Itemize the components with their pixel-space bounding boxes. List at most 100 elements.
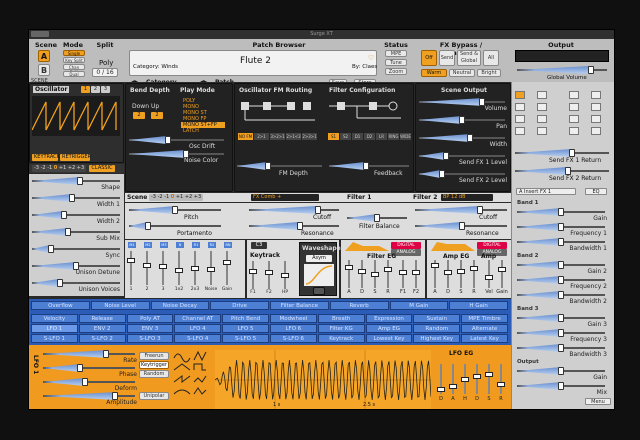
mod-source-slfo[interactable]: S-LFO 2 bbox=[78, 334, 126, 343]
keytrack-slider[interactable] bbox=[265, 261, 273, 289]
keytrack-slider[interactable] bbox=[249, 261, 257, 289]
scene-a-button[interactable]: A bbox=[38, 50, 50, 62]
mixer-mute-button[interactable]: R1 bbox=[192, 242, 200, 248]
mod-source-midi[interactable]: Sustain bbox=[413, 314, 461, 323]
filter-route-option[interactable]: WIDE bbox=[400, 133, 411, 140]
filter-balance-slider[interactable] bbox=[347, 214, 407, 222]
fx-off-button[interactable]: Off bbox=[421, 50, 437, 66]
amp-velgain-slider[interactable] bbox=[498, 260, 506, 288]
filter2-resonance-slider[interactable] bbox=[415, 222, 507, 230]
mod-source-midi[interactable]: Channel AT bbox=[174, 314, 222, 323]
filter1-type-select[interactable]: FX Comb + bbox=[251, 194, 319, 201]
menu-icon[interactable] bbox=[31, 31, 49, 37]
mode-key-split[interactable]: Key Split bbox=[63, 57, 85, 63]
bend-down-value[interactable]: 2 bbox=[133, 112, 145, 119]
lfo-eg-slider[interactable] bbox=[473, 364, 481, 394]
global-volume-slider[interactable] bbox=[517, 66, 607, 74]
lfo-random[interactable]: Random bbox=[139, 370, 169, 378]
fx-slot-button[interactable] bbox=[591, 115, 601, 123]
macro-slot[interactable]: H Gain bbox=[449, 301, 508, 310]
filter-route-option[interactable]: S2 bbox=[340, 133, 351, 140]
patch-browser[interactable]: Category: Winds Flute 2 By: Claes ♡ bbox=[129, 50, 377, 76]
fx-slot-button[interactable] bbox=[515, 115, 525, 123]
fx-type-select[interactable]: EQ bbox=[585, 188, 607, 195]
mod-source-slfo[interactable]: Latest Key bbox=[461, 334, 508, 343]
fm-route-option[interactable]: 3>2>1 bbox=[270, 133, 285, 140]
fx-slot-button[interactable] bbox=[515, 103, 525, 111]
filter1-resonance-slider[interactable] bbox=[249, 222, 339, 230]
fx-slot-button[interactable] bbox=[591, 127, 601, 135]
fx-slot-button[interactable] bbox=[569, 127, 579, 135]
character-bright[interactable]: Bright bbox=[477, 69, 501, 77]
mod-source-slfo[interactable]: S-LFO 6 bbox=[270, 334, 317, 343]
retrigger-toggle[interactable]: RETRIGGER bbox=[60, 154, 91, 161]
osc-pitch-vals[interactable]: -3 -2 -1 0 +1 +2 +3 bbox=[32, 165, 87, 172]
favorite-icon[interactable]: ♡ bbox=[368, 54, 374, 62]
mod-source-midi[interactable]: Modwheel bbox=[270, 314, 317, 323]
mod-source-lfo[interactable]: LFO 5 bbox=[222, 324, 269, 333]
mod-source-midi[interactable]: MPE Timbre bbox=[461, 314, 508, 323]
mixer-mute-button[interactable]: R2 bbox=[208, 242, 216, 248]
fx-slot-button[interactable] bbox=[569, 91, 579, 99]
macro-slot[interactable]: Drive bbox=[210, 301, 269, 310]
keytrack-toggle[interactable]: KEYTRACK bbox=[32, 154, 60, 161]
amp-eg-slider[interactable] bbox=[431, 260, 439, 288]
filter-eg-slider[interactable] bbox=[371, 260, 379, 288]
play-mode-option[interactable]: LATCH bbox=[181, 128, 225, 134]
macro-slot[interactable]: Filter Balance bbox=[270, 301, 329, 310]
mod-source-slfo[interactable]: S-LFO 3 bbox=[126, 334, 174, 343]
tune-button[interactable]: Tune bbox=[385, 59, 407, 66]
keytrack-root[interactable]: C3 bbox=[251, 242, 267, 249]
filter-route-option[interactable]: RING bbox=[388, 133, 399, 140]
fx-send-button[interactable]: Send bbox=[439, 50, 455, 66]
scene-output-slider[interactable] bbox=[419, 116, 505, 124]
pitch-slider[interactable] bbox=[129, 206, 221, 214]
fm-route-option[interactable]: NO FM bbox=[238, 133, 253, 140]
mixer-channel-slider[interactable] bbox=[143, 251, 151, 285]
lfo-eg-slider[interactable] bbox=[485, 364, 493, 394]
mod-source-lfo[interactable]: LFO 6 bbox=[270, 324, 317, 333]
mixer-channel-slider[interactable] bbox=[127, 251, 135, 285]
filter-route-option[interactable]: D1 bbox=[352, 133, 363, 140]
mod-source-lfo[interactable]: ENV 2 bbox=[78, 324, 126, 333]
lfo-shape-selector[interactable] bbox=[172, 350, 210, 408]
mod-source-lfo[interactable]: LFO 1 bbox=[31, 324, 78, 333]
filter-eg-amount-slider[interactable] bbox=[399, 260, 407, 288]
menu-button[interactable]: Menu bbox=[585, 398, 611, 405]
mixer-mute-button[interactable]: M1 bbox=[128, 242, 136, 248]
mod-source-slfo[interactable]: Lowest Key bbox=[365, 334, 413, 343]
waveshaper-drive-knob[interactable] bbox=[313, 287, 325, 295]
mod-source-lfo[interactable]: Amp EG bbox=[365, 324, 413, 333]
filter-eg-amount-slider[interactable] bbox=[412, 260, 420, 288]
fx-param-slider[interactable] bbox=[517, 367, 605, 375]
mode-chan-split[interactable]: Chan Split bbox=[63, 64, 85, 75]
macro-slot[interactable]: Reverb bbox=[329, 301, 389, 310]
filter2-type-select[interactable]: BP 12 dB bbox=[441, 194, 493, 201]
fx-param-slider[interactable] bbox=[517, 382, 605, 390]
mixer-mute-button[interactable]: RN bbox=[224, 242, 232, 248]
fx-slot-button[interactable] bbox=[537, 103, 547, 111]
mixer-channel-slider[interactable] bbox=[159, 251, 167, 285]
mod-source-midi[interactable]: Poly AT bbox=[126, 314, 174, 323]
mod-source-slfo[interactable]: Keytrack bbox=[317, 334, 365, 343]
portamento-slider[interactable] bbox=[129, 222, 221, 230]
fm-depth-slider[interactable] bbox=[237, 162, 322, 170]
lfo-eg-slider[interactable] bbox=[437, 364, 445, 394]
fx-slot-button[interactable] bbox=[515, 91, 525, 99]
bend-up-value[interactable]: 2 bbox=[151, 112, 163, 119]
macro-slot[interactable]: Noise Decay bbox=[150, 301, 210, 310]
scene-b-button[interactable]: B bbox=[38, 64, 50, 76]
mod-source-midi[interactable]: Velocity bbox=[31, 314, 78, 323]
fx-slot-button[interactable] bbox=[515, 127, 525, 135]
scene-octave-select[interactable]: -3 -2 -1 0 +1 +2 +3 bbox=[149, 194, 204, 201]
filter-eg-slider[interactable] bbox=[358, 260, 366, 288]
lfo-keytrigger[interactable]: Keytrigger bbox=[139, 361, 169, 369]
filter-eg-digital[interactable]: DIGITAL bbox=[391, 242, 421, 249]
filter-eg-slider[interactable] bbox=[384, 260, 392, 288]
character-warm[interactable]: Warm bbox=[421, 69, 447, 77]
fx-slot-button[interactable] bbox=[537, 127, 547, 135]
mixer-channel-slider[interactable] bbox=[191, 251, 199, 285]
mod-source-lfo[interactable]: LFO 4 bbox=[174, 324, 222, 333]
fx-slot-button[interactable] bbox=[591, 91, 601, 99]
lfo-unipolar[interactable]: Unipolar bbox=[139, 392, 169, 400]
